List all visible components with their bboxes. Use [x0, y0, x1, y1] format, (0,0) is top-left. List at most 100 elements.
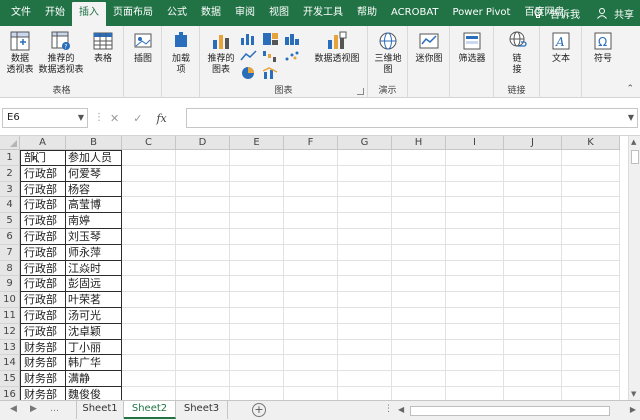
- cell-g13[interactable]: [338, 339, 392, 356]
- hierarchy-chart-icon[interactable]: [262, 32, 280, 46]
- text-button[interactable]: A 文本: [544, 30, 578, 65]
- cell-b1[interactable]: 参加人员: [66, 150, 122, 166]
- cell-e11[interactable]: [230, 308, 284, 324]
- cell-g11[interactable]: [338, 308, 392, 324]
- cell-e1[interactable]: [230, 150, 284, 166]
- cell-c3[interactable]: [122, 181, 176, 198]
- cell-h6[interactable]: [392, 229, 446, 245]
- tab-scroll-right-icon[interactable]: ▶: [30, 404, 37, 414]
- column-chart-icon[interactable]: [240, 32, 258, 46]
- sparklines-button[interactable]: 迷你图: [412, 30, 446, 65]
- sheet-tab-3[interactable]: Sheet3: [176, 401, 228, 419]
- cell-b15[interactable]: 满静: [66, 371, 122, 387]
- cell-k9[interactable]: [562, 276, 620, 293]
- column-header-h[interactable]: H: [392, 136, 446, 150]
- cell-f1[interactable]: [284, 150, 338, 166]
- cell-b3[interactable]: 杨容: [66, 181, 122, 198]
- cell-k10[interactable]: [562, 292, 620, 308]
- 3d-map-button[interactable]: 三维地 图: [372, 30, 404, 76]
- cell-i12[interactable]: [446, 323, 504, 340]
- cell-h1[interactable]: [392, 150, 446, 166]
- cell-d16[interactable]: [176, 387, 230, 400]
- cell-c13[interactable]: [122, 339, 176, 356]
- column-header-d[interactable]: D: [176, 136, 230, 150]
- menu-data[interactable]: 数据: [194, 0, 228, 26]
- cell-b10[interactable]: 叶荣茗: [66, 292, 122, 308]
- cell-a1[interactable]: 部门: [20, 150, 66, 166]
- cell-e4[interactable]: [230, 197, 284, 214]
- cell-f13[interactable]: [284, 339, 338, 356]
- column-header-j[interactable]: J: [504, 136, 562, 150]
- menu-power-pivot[interactable]: Power Pivot: [446, 0, 518, 26]
- cell-h4[interactable]: [392, 197, 446, 214]
- cell-a12[interactable]: 行政部: [20, 323, 66, 340]
- row-header-16[interactable]: 16: [0, 387, 20, 400]
- cell-a5[interactable]: 行政部: [20, 213, 66, 229]
- menu-help[interactable]: 帮助: [350, 0, 384, 26]
- cell-g12[interactable]: [338, 323, 392, 340]
- tab-splitter-icon[interactable]: ⋮: [384, 404, 393, 414]
- sheet-tab-2[interactable]: Sheet2: [124, 401, 176, 419]
- cell-k12[interactable]: [562, 323, 620, 340]
- cell-i7[interactable]: [446, 244, 504, 261]
- worksheet-grid[interactable]: A B C D E F G H I J K 1 部门 参加人员 2 行政部 何爱琴 3 行政部 杨容 4 行政部 高莹博 5 行…: [0, 136, 640, 400]
- cell-a16[interactable]: 财务部: [20, 387, 66, 400]
- cell-h8[interactable]: [392, 260, 446, 277]
- cell-e6[interactable]: [230, 229, 284, 245]
- cell-j2[interactable]: [504, 165, 562, 182]
- cell-d1[interactable]: [176, 150, 230, 166]
- cell-c8[interactable]: [122, 260, 176, 277]
- share-button[interactable]: 共享: [614, 6, 634, 21]
- cell-f2[interactable]: [284, 165, 338, 182]
- cell-j10[interactable]: [504, 292, 562, 308]
- cell-d10[interactable]: [176, 292, 230, 308]
- column-header-f[interactable]: F: [284, 136, 338, 150]
- cell-c7[interactable]: [122, 244, 176, 261]
- cell-k14[interactable]: [562, 355, 620, 372]
- cell-j9[interactable]: [504, 276, 562, 293]
- row-header-3[interactable]: 3: [0, 181, 20, 198]
- column-header-g[interactable]: G: [338, 136, 392, 150]
- cell-d4[interactable]: [176, 197, 230, 214]
- cell-f15[interactable]: [284, 371, 338, 387]
- cell-k15[interactable]: [562, 371, 620, 387]
- cell-a7[interactable]: 行政部: [20, 244, 66, 261]
- cell-e12[interactable]: [230, 323, 284, 340]
- cell-i9[interactable]: [446, 276, 504, 293]
- cell-f7[interactable]: [284, 244, 338, 261]
- cell-c11[interactable]: [122, 308, 176, 324]
- menu-file[interactable]: 文件: [0, 0, 38, 26]
- cell-h7[interactable]: [392, 244, 446, 261]
- cell-b4[interactable]: 高莹博: [66, 197, 122, 214]
- cell-k2[interactable]: [562, 165, 620, 182]
- cell-k5[interactable]: [562, 213, 620, 229]
- row-header-12[interactable]: 12: [0, 323, 20, 340]
- cell-b16[interactable]: 魏俊俊: [66, 387, 122, 400]
- cell-j5[interactable]: [504, 213, 562, 229]
- cell-d9[interactable]: [176, 276, 230, 293]
- cell-k7[interactable]: [562, 244, 620, 261]
- recommended-charts-button[interactable]: 推荐的 图表: [204, 30, 238, 76]
- row-header-4[interactable]: 4: [0, 197, 20, 214]
- column-header-c[interactable]: C: [122, 136, 176, 150]
- cell-a3[interactable]: 行政部: [20, 181, 66, 198]
- cell-d12[interactable]: [176, 323, 230, 340]
- cell-d3[interactable]: [176, 181, 230, 198]
- cell-b11[interactable]: 汤可光: [66, 308, 122, 324]
- cell-h16[interactable]: [392, 387, 446, 400]
- combo-chart-icon[interactable]: [262, 66, 280, 80]
- menu-page-layout[interactable]: 页面布局: [106, 0, 160, 26]
- column-header-b[interactable]: B: [66, 136, 122, 150]
- expand-formula-bar-icon[interactable]: ▼: [628, 113, 634, 122]
- row-header-7[interactable]: 7: [0, 244, 20, 261]
- pivot-chart-button[interactable]: 数据透视图: [310, 30, 364, 65]
- cell-g5[interactable]: [338, 213, 392, 229]
- vertical-scrollbar[interactable]: ▲ ▼: [628, 136, 640, 400]
- row-header-9[interactable]: 9: [0, 276, 20, 293]
- cell-j8[interactable]: [504, 260, 562, 277]
- scroll-down-icon[interactable]: ▼: [631, 390, 636, 398]
- cell-c6[interactable]: [122, 229, 176, 245]
- cell-e8[interactable]: [230, 260, 284, 277]
- cell-g6[interactable]: [338, 229, 392, 245]
- menu-formulas[interactable]: 公式: [160, 0, 194, 26]
